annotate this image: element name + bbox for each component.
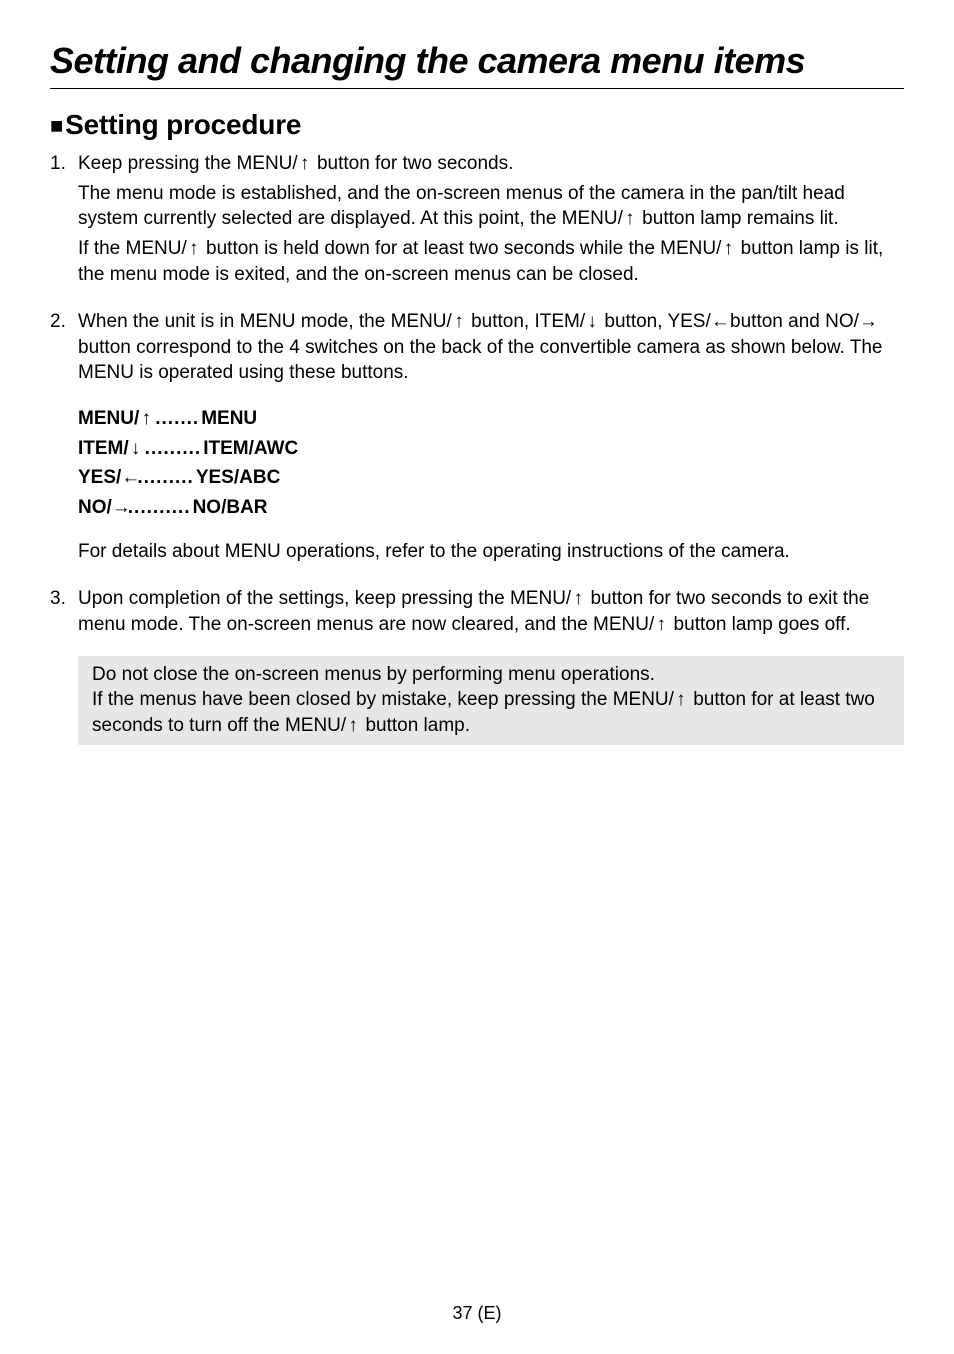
note-line2: If the menus have been closed by mistake… bbox=[92, 687, 890, 738]
up-arrow-icon: ↑ bbox=[298, 151, 312, 177]
mapping-dots: ......... bbox=[143, 436, 204, 462]
mapping-row-no: NO/→ ..........NO/BAR bbox=[78, 495, 904, 521]
text-fragment: button for two seconds. bbox=[312, 153, 514, 174]
text-fragment: button lamp. bbox=[360, 715, 470, 736]
up-arrow-icon: ↑ bbox=[721, 236, 735, 262]
up-arrow-icon: ↑ bbox=[452, 309, 466, 335]
up-arrow-icon: ↑ bbox=[623, 206, 637, 232]
mapping-value: YES/ABC bbox=[196, 465, 280, 491]
mapping-row-item: ITEM/↓ .........ITEM/AWC bbox=[78, 436, 904, 462]
page-title: Setting and changing the camera menu ite… bbox=[50, 40, 904, 82]
down-arrow-icon: ↓ bbox=[585, 309, 599, 335]
step2-reference-line: For details about MENU operations, refer… bbox=[78, 539, 904, 565]
step1-line1: Keep pressing the MENU/↑ button for two … bbox=[78, 151, 904, 177]
mapping-dots: .......... bbox=[126, 495, 193, 521]
note-box: Do not close the on-screen menus by perf… bbox=[78, 656, 904, 745]
text-fragment: When the unit is in MENU mode, the MENU/ bbox=[78, 311, 452, 332]
left-arrow-icon: ← bbox=[121, 465, 135, 491]
steps-list: Keep pressing the MENU/↑ button for two … bbox=[50, 151, 904, 745]
text-fragment: button correspond to the 4 switches on t… bbox=[78, 337, 882, 384]
text-fragment: button lamp remains lit. bbox=[637, 208, 839, 229]
left-arrow-icon: ← bbox=[711, 309, 725, 335]
up-arrow-icon: ↑ bbox=[346, 713, 360, 739]
up-arrow-icon: ↑ bbox=[139, 406, 153, 432]
mapping-value: NO/BAR bbox=[193, 495, 268, 521]
mapping-key: MENU/↑ bbox=[78, 406, 153, 432]
mapping-dots: ....... bbox=[153, 406, 201, 432]
square-icon: ■ bbox=[50, 113, 63, 139]
page-container: Setting and changing the camera menu ite… bbox=[0, 0, 954, 1354]
note-line1: Do not close the on-screen menus by perf… bbox=[92, 662, 890, 688]
mapping-key: YES/← bbox=[78, 465, 135, 491]
mapping-row-yes: YES/← .........YES/ABC bbox=[78, 465, 904, 491]
mapping-dots: ......... bbox=[135, 465, 196, 491]
text-fragment: button, YES/ bbox=[599, 311, 711, 332]
text-fragment: NO/ bbox=[78, 497, 112, 518]
page-number: 37 (E) bbox=[0, 1303, 954, 1324]
step2-line1: When the unit is in MENU mode, the MENU/… bbox=[78, 309, 904, 386]
step1-line3: If the MENU/↑ button is held down for at… bbox=[78, 236, 904, 287]
text-fragment: MENU/ bbox=[78, 408, 139, 429]
text-fragment: button lamp goes off. bbox=[668, 614, 850, 635]
down-arrow-icon: ↓ bbox=[129, 436, 143, 462]
step-1: Keep pressing the MENU/↑ button for two … bbox=[50, 151, 904, 287]
section-heading-text: Setting procedure bbox=[65, 109, 301, 140]
right-arrow-icon: → bbox=[859, 309, 873, 335]
title-underline bbox=[50, 88, 904, 89]
text-fragment: button, ITEM/ bbox=[466, 311, 585, 332]
mapping-row-menu: MENU/↑ .......MENU bbox=[78, 406, 904, 432]
step1-line2: The menu mode is established, and the on… bbox=[78, 181, 904, 232]
up-arrow-icon: ↑ bbox=[187, 236, 201, 262]
text-fragment: YES/ bbox=[78, 467, 121, 488]
step-3: Upon completion of the settings, keep pr… bbox=[50, 586, 904, 744]
up-arrow-icon: ↑ bbox=[674, 687, 688, 713]
text-fragment: button is held down for at least two sec… bbox=[201, 238, 722, 259]
text-fragment: If the menus have been closed by mistake… bbox=[92, 689, 674, 710]
mapping-value: MENU bbox=[201, 406, 257, 432]
up-arrow-icon: ↑ bbox=[571, 586, 585, 612]
button-mapping-list: MENU/↑ .......MENU ITEM/↓ .........ITEM/… bbox=[78, 406, 904, 521]
mapping-key: NO/→ bbox=[78, 495, 126, 521]
mapping-value: ITEM/AWC bbox=[203, 436, 298, 462]
step-2: When the unit is in MENU mode, the MENU/… bbox=[50, 309, 904, 564]
text-fragment: Upon completion of the settings, keep pr… bbox=[78, 588, 571, 609]
section-heading: ■Setting procedure bbox=[50, 109, 904, 141]
text-fragment: Keep pressing the MENU/ bbox=[78, 153, 298, 174]
mapping-key: ITEM/↓ bbox=[78, 436, 143, 462]
text-fragment: button and NO/ bbox=[725, 311, 859, 332]
step3-line1: Upon completion of the settings, keep pr… bbox=[78, 586, 904, 637]
right-arrow-icon: → bbox=[112, 495, 126, 521]
text-fragment: ITEM/ bbox=[78, 438, 129, 459]
up-arrow-icon: ↑ bbox=[654, 612, 668, 638]
text-fragment: If the MENU/ bbox=[78, 238, 187, 259]
